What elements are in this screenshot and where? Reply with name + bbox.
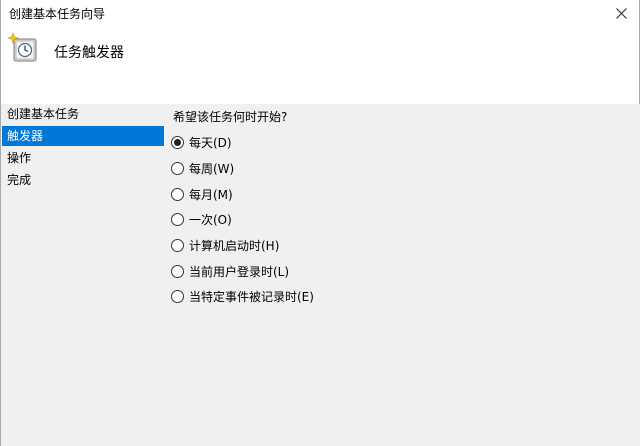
radio-on-logon[interactable]: 当前用户登录时(L) (171, 262, 289, 280)
trigger-question: 希望该任务何时开始? (173, 110, 288, 124)
radio-button[interactable] (171, 161, 184, 175)
radio-button[interactable] (171, 212, 184, 226)
radio-label: 当前用户登录时(L) (189, 264, 290, 279)
radio-label: 计算机启动时(H) (189, 238, 280, 253)
radio-checked-dot (174, 138, 181, 146)
radio-label: 当特定事件被记录时(E) (189, 289, 314, 304)
window-title: 创建基本任务向导 (9, 7, 106, 21)
radio-button[interactable] (171, 187, 184, 201)
close-button[interactable] (603, 0, 639, 26)
page-title: 任务触发器 (54, 45, 124, 61)
radio-label: 每周(W) (189, 161, 235, 176)
sidebar-item-finish[interactable]: 完成 (2, 170, 164, 190)
radio-daily[interactable]: 每天(D) (171, 133, 232, 151)
wizard-steps-nav: 创建基本任务 触发器 操作 完成 (1, 104, 165, 446)
radio-label: 每月(M) (189, 187, 233, 202)
close-icon (615, 7, 627, 19)
sidebar-item-action[interactable]: 操作 (2, 148, 164, 168)
radio-weekly[interactable]: 每周(W) (171, 159, 234, 177)
radio-button[interactable] (171, 264, 184, 278)
wizard-header: 任务触发器 (1, 26, 639, 104)
radio-label: 每天(D) (189, 135, 232, 150)
radio-button[interactable] (171, 135, 184, 149)
sidebar-item-trigger[interactable]: 触发器 (2, 126, 164, 146)
radio-once[interactable]: 一次(O) (171, 210, 232, 228)
radio-on-event[interactable]: 当特定事件被记录时(E) (171, 287, 314, 305)
radio-monthly[interactable]: 每月(M) (171, 185, 233, 203)
trigger-panel: 希望该任务何时开始? 每天(D) 每周(W) 每月(M) 一次(O) 计算机启动… (165, 104, 640, 446)
radio-on-startup[interactable]: 计算机启动时(H) (171, 236, 279, 254)
title-bar: 创建基本任务向导 (1, 0, 639, 26)
radio-button[interactable] (171, 289, 184, 303)
sidebar-item-create-basic-task[interactable]: 创建基本任务 (2, 104, 164, 124)
task-scheduler-clock-icon (7, 32, 37, 62)
wizard-window: 创建基本任务向导 任务触发器 创建基本任务 触发器 操作 完成 希望该任务何时开… (0, 0, 640, 446)
radio-button[interactable] (171, 238, 184, 252)
radio-label: 一次(O) (189, 212, 232, 227)
